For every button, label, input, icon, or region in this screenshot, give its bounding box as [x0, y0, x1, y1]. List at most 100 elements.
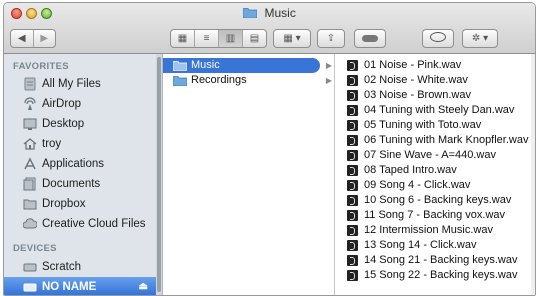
file-item[interactable]: 07 Sine Wave - A=440.wav [345, 148, 496, 163]
share-button[interactable]: ⇪ [317, 29, 345, 48]
folder-icon [173, 76, 187, 86]
arrange-button[interactable]: ▦ ▾ [273, 29, 311, 48]
home-icon [23, 138, 37, 150]
file-label: 13 Song 14 - Click.wav [364, 239, 477, 251]
file-item[interactable]: 15 Song 22 - Backing keys.wav [345, 268, 517, 283]
coverflow-view-icon: ▤ [249, 33, 260, 44]
airdrop-icon [24, 97, 36, 110]
folder-item-recordings[interactable]: Recordings [163, 73, 324, 88]
folder-item-label: Music [191, 59, 220, 71]
view-mode-control: ▦ ≡ ▥ ▤ [170, 29, 267, 48]
sidebar-item-label: Documents [42, 178, 101, 190]
sidebar-item-creative-cloud-files[interactable]: Creative Cloud Files [4, 214, 156, 234]
sidebar-item-label: Dropbox [42, 198, 86, 210]
file-label: 12 Intermission Music.wav [364, 224, 493, 236]
sidebar: FAVORITES All My Files AirDrop Desktop t… [4, 54, 163, 295]
file-item[interactable]: 11 Song 7 - Backing vox.wav [345, 208, 505, 223]
eject-icon[interactable]: ⏏ [139, 277, 148, 295]
file-label: 02 Noise - White.wav [364, 74, 468, 86]
sidebar-item-all-my-files[interactable]: All My Files [4, 74, 156, 94]
sidebar-item-label: AirDrop [42, 98, 81, 110]
sidebar-section-favorites: FAVORITES [13, 61, 69, 72]
sidebar-item-label: Applications [42, 158, 105, 170]
icon-view-icon: ▦ [177, 33, 188, 44]
file-label: 09 Song 4 - Click.wav [364, 179, 471, 191]
file-item[interactable]: 04 Tuning with Steely Dan.wav [345, 103, 514, 118]
file-item[interactable]: 14 Song 21 - Backing keys.wav [345, 253, 517, 268]
column-view-icon: ▥ [225, 33, 236, 44]
sidebar-item-applications[interactable]: Applications [4, 154, 156, 174]
sidebar-item-label: Scratch [42, 261, 81, 273]
file-item[interactable]: 01 Noise - Pink.wav [345, 58, 461, 73]
gear-icon: ✲ ▾ [471, 33, 489, 44]
file-item[interactable]: 13 Song 14 - Click.wav [345, 238, 477, 253]
column-scrollbar[interactable] [531, 54, 535, 295]
sidebar-scrollbar[interactable] [156, 54, 162, 295]
coverflow-view-button[interactable]: ▤ [242, 30, 266, 47]
arrange-icon: ▦ ▾ [283, 33, 301, 44]
file-item[interactable]: 05 Tuning with Toto.wav [345, 118, 481, 133]
sidebar-item-dropbox[interactable]: Dropbox [4, 194, 156, 214]
file-item[interactable]: 03 Noise - Brown.wav [345, 88, 471, 103]
file-item[interactable]: 06 Tuning with Mark Knopfler.wav [345, 133, 528, 148]
file-label: 03 Noise - Brown.wav [364, 89, 471, 101]
sidebar-item-desktop[interactable]: Desktop [4, 114, 156, 134]
toolbar: Music ◀ ▶ ▦ ≡ ▥ ▤ ▦ ▾ ⇪ ✲ ▾ [4, 3, 535, 54]
back-button[interactable]: ◀ [11, 30, 33, 47]
folder-icon [243, 8, 258, 18]
file-label: 05 Tuning with Toto.wav [364, 119, 482, 131]
audio-file-icon [347, 75, 358, 86]
file-label: 07 Sine Wave - A=440.wav [364, 149, 496, 161]
tags-button[interactable] [354, 29, 386, 48]
folder-item-music[interactable]: Music [163, 58, 320, 73]
file-item[interactable]: 10 Song 6 - Backing keys.wav [345, 193, 511, 208]
file-label: 15 Song 22 - Backing keys.wav [364, 269, 518, 281]
sidebar-item-label: Desktop [42, 118, 85, 130]
file-label: 11 Song 7 - Backing vox.wav [364, 209, 506, 221]
file-label: 10 Song 6 - Backing keys.wav [364, 194, 512, 206]
browser-column-2: 01 Noise - Pink.wav 02 Noise - White.wav… [335, 54, 535, 295]
file-label: 08 Taped Intro.wav [364, 164, 457, 176]
list-view-button[interactable]: ≡ [194, 30, 218, 47]
column-view-button[interactable]: ▥ [218, 30, 242, 47]
drive-icon [23, 283, 37, 292]
chevron-right-icon: ▶ [325, 61, 332, 70]
audio-file-icon [347, 180, 358, 191]
audio-file-icon [347, 105, 358, 116]
file-item[interactable]: 08 Taped Intro.wav [345, 163, 457, 178]
file-label: 06 Tuning with Mark Knopfler.wav [364, 134, 529, 146]
audio-file-icon [347, 150, 358, 161]
audio-file-icon [347, 60, 358, 71]
chevron-right-icon: ▶ [325, 76, 332, 85]
audio-file-icon [347, 195, 358, 206]
sidebar-item-label: All My Files [42, 78, 101, 90]
window-title: Music [264, 6, 296, 20]
sidebar-item-troy[interactable]: troy [4, 134, 156, 154]
action-button[interactable]: ✲ ▾ [462, 29, 498, 48]
window-title-bar: Music [4, 6, 535, 20]
sidebar-item-no-name[interactable]: NO NAME ⏏ [4, 277, 156, 295]
sidebar-item-airdrop[interactable]: AirDrop [4, 94, 156, 114]
audio-file-icon [347, 240, 358, 251]
file-item[interactable]: 02 Noise - White.wav [345, 73, 468, 88]
audio-file-icon [347, 210, 358, 221]
list-view-icon: ≡ [203, 33, 210, 44]
file-label: 14 Song 21 - Backing keys.wav [364, 254, 518, 266]
file-item[interactable]: 12 Intermission Music.wav [345, 223, 493, 238]
share-icon: ⇪ [326, 33, 336, 44]
sidebar-item-scratch[interactable]: Scratch [4, 257, 156, 277]
creative-cloud-icon [23, 218, 37, 229]
dropbox-icon [23, 199, 37, 210]
folder-item-label: Recordings [191, 74, 247, 86]
file-item[interactable]: 09 Song 4 - Click.wav [345, 178, 470, 193]
folder-icon [173, 61, 187, 71]
audio-file-icon [347, 135, 358, 146]
all-files-icon [24, 77, 36, 91]
sidebar-item-documents[interactable]: Documents [4, 174, 156, 194]
icon-view-button[interactable]: ▦ [171, 30, 194, 47]
applications-icon [24, 157, 36, 170]
sidebar-scroll-thumb[interactable] [157, 57, 161, 292]
forward-button[interactable]: ▶ [32, 30, 56, 47]
file-label: 04 Tuning with Steely Dan.wav [364, 104, 515, 116]
quick-look-button[interactable] [422, 29, 454, 48]
